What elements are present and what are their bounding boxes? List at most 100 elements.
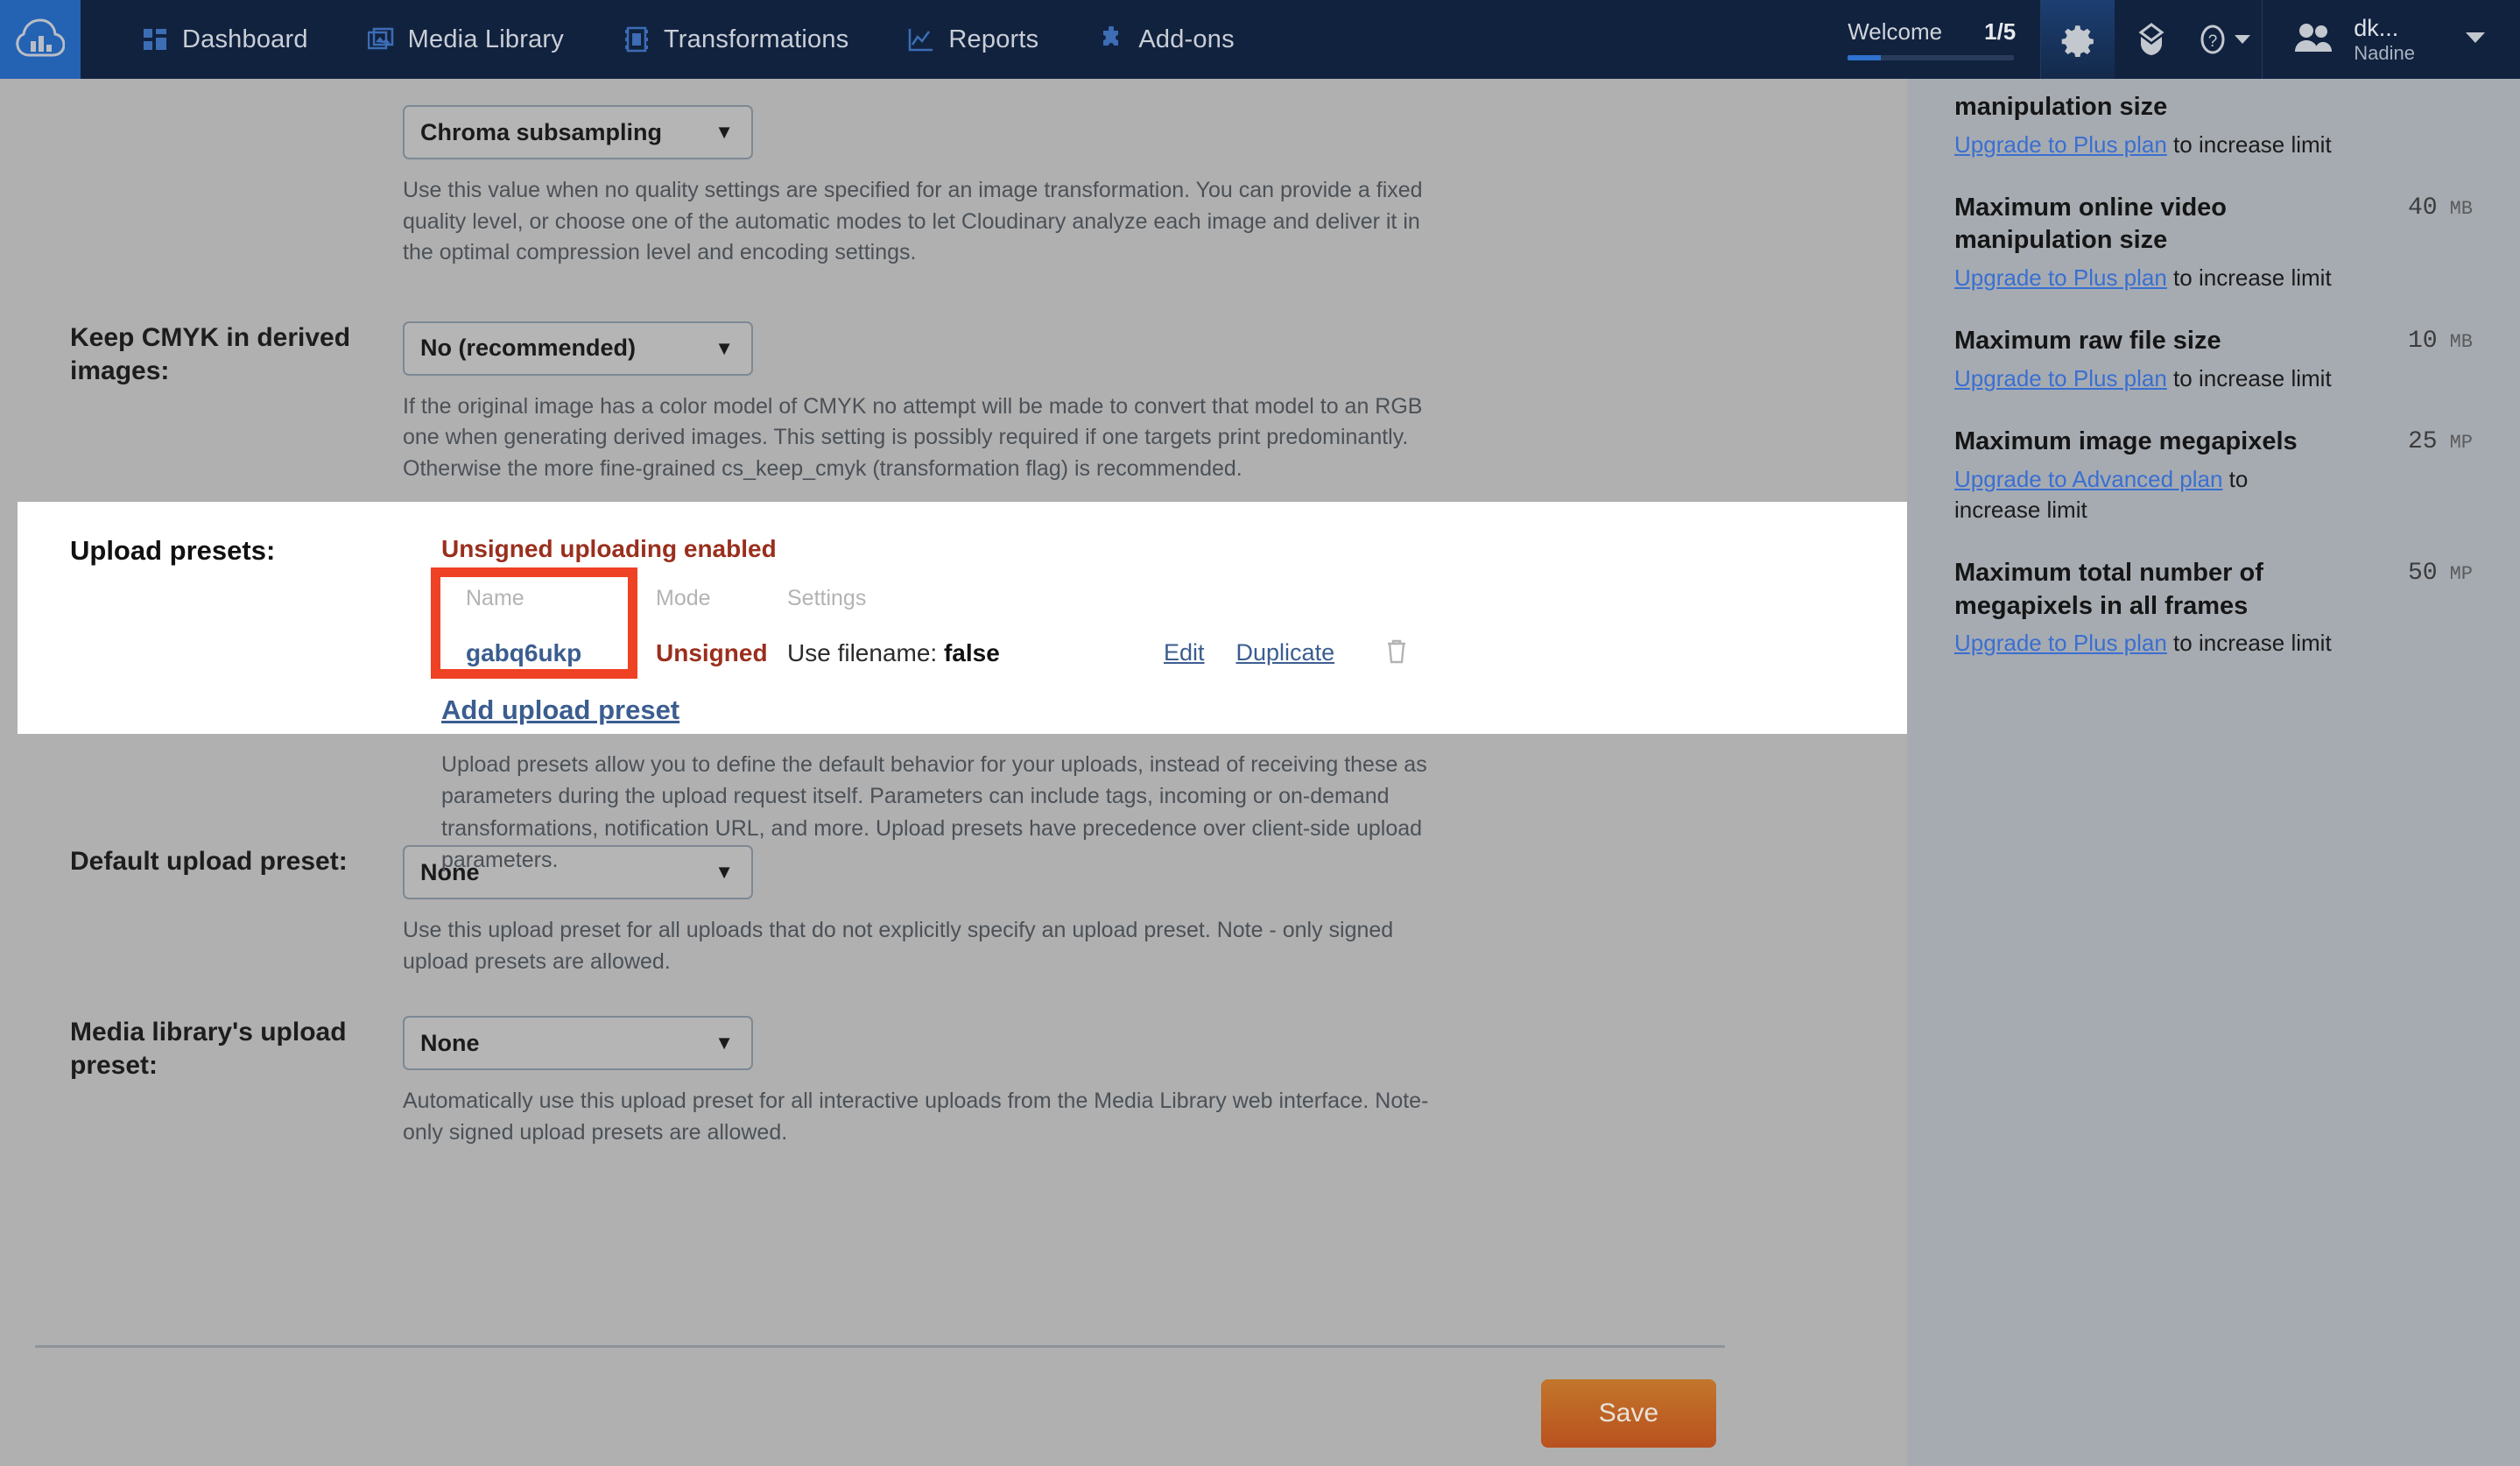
unsigned-uploading-status: Unsigned uploading enabled [441, 535, 777, 562]
welcome-progress[interactable]: Welcome 1/5 [1839, 0, 2042, 79]
media-library-upload-preset-value: None [420, 1029, 480, 1056]
trash-icon[interactable] [1385, 638, 1408, 668]
top-navigation-bar: Dashboard Media Library Transformations … [0, 0, 2520, 79]
upgrade-link[interactable]: Upgrade to Plus plan [1954, 630, 2167, 656]
transformations-icon [623, 26, 650, 53]
user-subname: Nadine [2354, 41, 2415, 64]
chevron-down-icon: ▼ [714, 1032, 734, 1054]
help-icon[interactable]: ? [2188, 0, 2262, 79]
form-label-cmyk: Keep CMYK in derived images: [70, 322, 351, 385]
limit-value: 25 [2407, 428, 2438, 456]
add-upload-preset-link[interactable]: Add upload preset [441, 694, 679, 726]
nav-item-transformations[interactable]: Transformations [594, 0, 878, 79]
media-library-icon [367, 26, 394, 53]
chevron-down-icon [2235, 34, 2251, 45]
limit-item: Maximum image megapixels 25 MP Upgrade t… [1954, 426, 2473, 525]
user-menu[interactable]: dk... Nadine [2263, 0, 2520, 79]
save-button[interactable]: Save [1541, 1379, 1716, 1448]
nav-item-addons[interactable]: Add-ons [1068, 0, 1264, 79]
form-row-cmyk: Keep CMYK in derived images: No (recomme… [0, 269, 1907, 485]
welcome-count: 1/5 [1984, 18, 2017, 45]
keep-cmyk-select[interactable]: No (recommended) ▼ [403, 321, 753, 376]
limit-title: Maximum online video manipulation size [1954, 193, 2227, 255]
cloudinary-logo-icon[interactable] [0, 0, 81, 79]
reports-icon [908, 26, 934, 53]
nav-item-reports[interactable]: Reports [878, 0, 1068, 79]
table-row: gabq6ukp Unsigned Use filename: false Ed… [441, 638, 1492, 668]
limit-value: 10 [2407, 328, 2438, 356]
upload-presets-help-text: Upload presets allow you to define the d… [441, 752, 1427, 872]
addons-icon [1098, 25, 1124, 53]
welcome-progress-bar [1848, 55, 2015, 60]
limit-item: Maximum total number of megapixels in al… [1954, 557, 2473, 659]
limit-upgrade-text: Upgrade to Plus plan to increase limit [1954, 363, 2392, 394]
chevron-down-icon: ▼ [714, 121, 734, 143]
preset-name[interactable]: gabq6ukp [441, 639, 656, 667]
plan-limits-sidebar: manipulation size Upgrade to Plus plan t… [1907, 79, 2520, 1466]
page-body: Chroma subsampling ▼ Use this value when… [0, 79, 2520, 1466]
chroma-subsampling-value: Chroma subsampling [420, 118, 663, 145]
box-icon[interactable] [2115, 0, 2188, 79]
edit-link[interactable]: Edit [1164, 639, 1205, 666]
gear-icon[interactable] [2041, 0, 2115, 79]
nav-items: Dashboard Media Library Transformations … [81, 0, 1264, 79]
limit-title: Maximum image megapixels [1954, 427, 2298, 456]
limit-item: Maximum online video manipulation size 4… [1954, 192, 2473, 293]
limit-upgrade-text: Upgrade to Plus plan to increase limit [1954, 130, 2392, 160]
limit-unit: MB [2449, 331, 2473, 354]
upgrade-suffix: to increase limit [2166, 264, 2332, 292]
form-row-chroma: Chroma subsampling ▼ Use this value when… [0, 79, 1907, 269]
upgrade-link[interactable]: Upgrade to Plus plan [1954, 264, 2167, 291]
upgrade-link[interactable]: Upgrade to Plus plan [1954, 365, 2167, 391]
column-header-settings: Settings [787, 586, 867, 610]
media-library-preset-help-text: Automatically use this upload preset for… [403, 1089, 1429, 1145]
chroma-help-text: Use this value when no quality settings … [403, 178, 1423, 264]
svg-text:?: ? [2208, 32, 2218, 51]
preset-settings-key: Use filename: [787, 638, 938, 666]
welcome-label: Welcome [1848, 18, 1943, 45]
keep-cmyk-value: No (recommended) [420, 335, 637, 361]
limit-unit: MB [2449, 197, 2473, 220]
dashboard-icon [142, 26, 168, 53]
upgrade-suffix: to increase limit [2166, 364, 2332, 391]
nav-item-transformations-label: Transformations [663, 25, 849, 53]
preset-settings: Use filename: false [787, 639, 1164, 667]
limit-value: 40 [2407, 194, 2438, 222]
upgrade-link[interactable]: Upgrade to Advanced plan [1954, 466, 2222, 492]
keep-cmyk-help-text: If the original image has a color model … [403, 393, 1423, 481]
upgrade-suffix: to increase limit [2166, 630, 2332, 657]
table-header-row: Name Mode Settings [441, 586, 1492, 611]
nav-item-addons-label: Add-ons [1138, 25, 1235, 53]
nav-item-media-library-label: Media Library [407, 25, 564, 53]
upgrade-link[interactable]: Upgrade to Plus plan [1954, 131, 2167, 158]
form-label-media-library-preset: Media library's upload preset: [70, 1018, 347, 1081]
section-divider-bottom [35, 1345, 1725, 1348]
limit-title: manipulation size [1954, 93, 2168, 121]
column-header-mode: Mode [656, 586, 711, 610]
duplicate-link[interactable]: Duplicate [1236, 639, 1335, 666]
media-library-upload-preset-select[interactable]: None ▼ [403, 1016, 753, 1070]
upload-presets-label: Upload presets: [70, 535, 276, 566]
limit-upgrade-text: Upgrade to Plus plan to increase limit [1954, 628, 2392, 659]
nav-item-dashboard[interactable]: Dashboard [112, 0, 338, 79]
nav-item-dashboard-label: Dashboard [182, 25, 308, 53]
chevron-down-icon[interactable] [2466, 32, 2485, 48]
limit-value: 50 [2407, 559, 2438, 587]
people-icon [2292, 20, 2334, 60]
default-preset-help-text: Use this upload preset for all uploads t… [403, 918, 1394, 974]
form-row-media-library-preset: Media library's upload preset: None ▼ Au… [0, 977, 1907, 1148]
chevron-down-icon: ▼ [714, 336, 734, 359]
limit-upgrade-text: Upgrade to Advanced plan to increase lim… [1954, 464, 2296, 525]
limit-title: Maximum total number of megapixels in al… [1954, 558, 2263, 620]
preset-mode: Unsigned [656, 638, 768, 666]
limit-title: Maximum raw file size [1954, 327, 2221, 356]
nav-item-media-library[interactable]: Media Library [338, 0, 594, 79]
column-header-name: Name [466, 586, 524, 610]
preset-settings-value: false [943, 638, 1000, 666]
chroma-subsampling-select[interactable]: Chroma subsampling ▼ [403, 105, 753, 159]
limit-item: manipulation size Upgrade to Plus plan t… [1954, 91, 2473, 160]
nav-item-reports-label: Reports [948, 25, 1039, 53]
limit-upgrade-text: Upgrade to Plus plan to increase limit [1954, 263, 2392, 293]
user-name: dk... [2354, 14, 2399, 41]
